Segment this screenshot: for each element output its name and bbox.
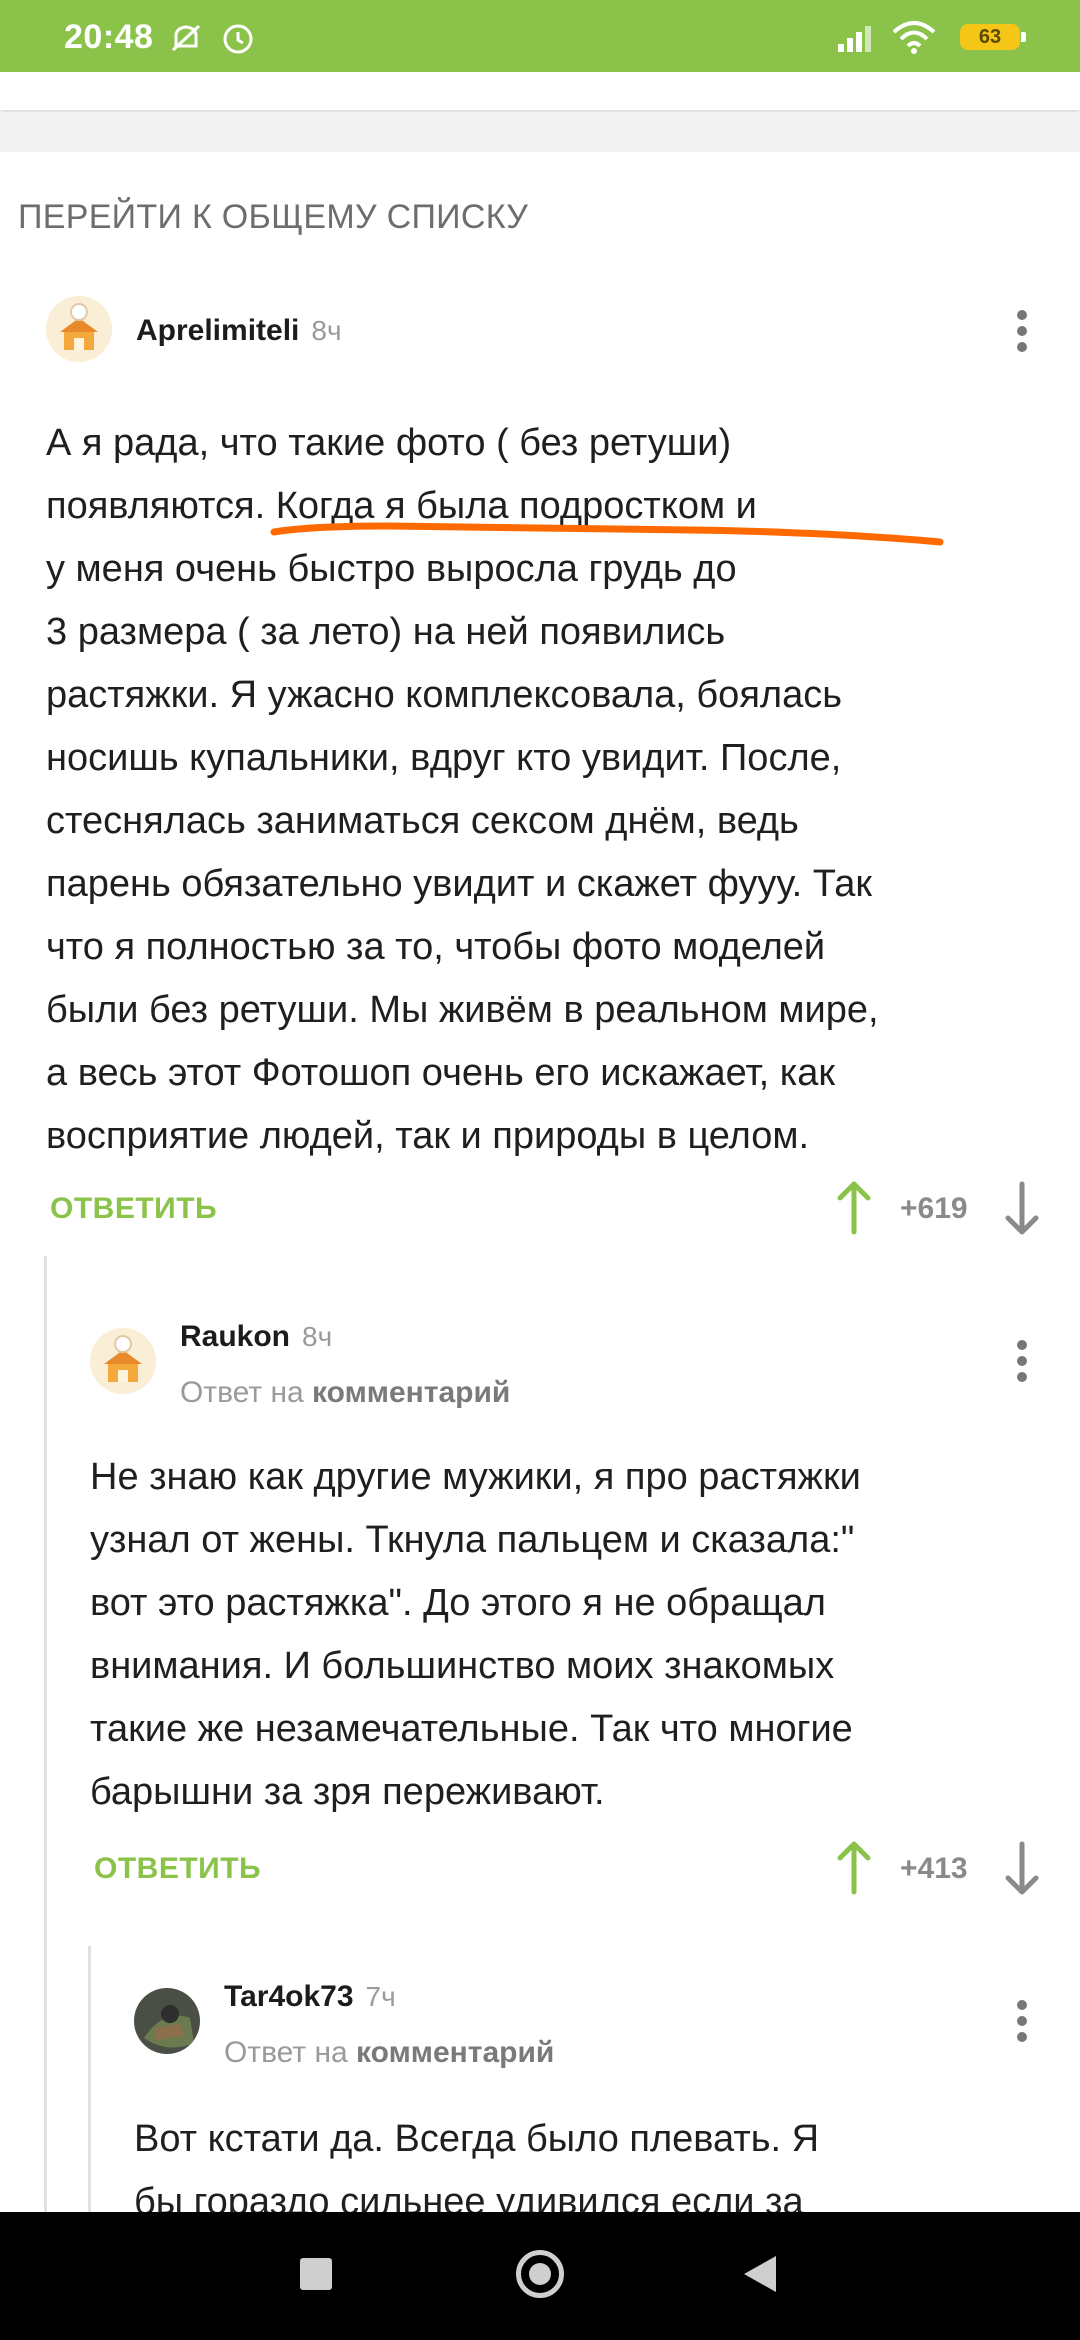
wifi-icon — [892, 20, 936, 59]
comment-time: 7ч — [365, 1981, 396, 2012]
comment-line: вот это растяжка". До этого я не обращал — [90, 1582, 826, 1624]
comment-line: 3 размера ( за лето) на ней появились — [46, 611, 726, 653]
reply-to-label: Ответ на комментарий — [224, 2036, 554, 2070]
thread-line — [44, 1256, 47, 2212]
reply-button[interactable]: ОТВЕТИТЬ — [94, 1852, 261, 1886]
comment-line: восприятие людей, так и природы в целом. — [46, 1115, 810, 1157]
downvote-icon[interactable] — [1002, 1840, 1042, 1896]
upvote-icon[interactable] — [834, 1840, 874, 1896]
author-name[interactable]: Tar4ok73 — [224, 1980, 354, 2013]
author-name[interactable]: Aprelimiteli — [136, 314, 299, 347]
home-button[interactable] — [516, 2250, 564, 2298]
comment-line: Не знаю как другие мужики, я про растяжк… — [90, 1456, 861, 1498]
reply-button[interactable]: ОТВЕТИТЬ — [50, 1192, 217, 1226]
avatar[interactable] — [46, 296, 112, 362]
comment-line: Вот кстати да. Всегда было плевать. Я — [134, 2118, 820, 2160]
comment-author[interactable]: Raukon 8ч — [180, 1320, 332, 1354]
comment-line: а весь этот Фотошоп очень его искажает, … — [46, 1052, 835, 1094]
comment-line: носишь купальники, вдруг кто увидит. Пос… — [46, 737, 842, 779]
comment-text: Не знаю как другие мужики, я про растяжк… — [90, 1446, 861, 1824]
comment-line: барышни за зря переживают. — [90, 1771, 605, 1813]
downvote-icon[interactable] — [1002, 1180, 1042, 1236]
more-options-icon[interactable] — [1012, 1996, 1032, 2044]
alarm-icon — [220, 20, 256, 61]
avatar[interactable] — [134, 1988, 200, 2054]
comment-line: стеснялась заниматься сексом днём, ведь — [46, 800, 799, 842]
goto-full-list-link[interactable]: ПЕРЕЙТИ К ОБЩЕМУ СПИСКУ — [18, 198, 528, 237]
more-options-icon[interactable] — [1012, 1336, 1032, 1384]
comment-line: растяжки. Я ужасно комплексовала, боялас… — [46, 674, 842, 716]
reply-to-prefix: Ответ на — [180, 1376, 304, 1409]
comment-line: что я полностью за то, чтобы фото моделе… — [46, 926, 826, 968]
back-button[interactable] — [744, 2256, 776, 2292]
upvote-icon[interactable] — [834, 1180, 874, 1236]
comment-line: парень обязательно увидит и скажет фууу.… — [46, 863, 872, 905]
comment-time: 8ч — [311, 315, 342, 346]
reply-to-label: Ответ на комментарий — [180, 1376, 510, 1410]
comment-time: 8ч — [302, 1321, 333, 1352]
comment-line: внимания. И большинство моих знакомых — [90, 1645, 835, 1687]
orange-underline-annotation — [270, 522, 944, 546]
signal-icon — [836, 20, 880, 59]
thread-line — [88, 1946, 91, 2212]
comment-author[interactable]: Aprelimiteli 8ч — [136, 314, 342, 348]
comment-line: узнал от жены. Ткнула пальцем и сказала:… — [90, 1519, 855, 1561]
comment-line: такие же незамечательные. Так что многие — [90, 1708, 853, 1750]
vote-controls: +619 — [834, 1180, 1054, 1240]
mute-icon — [168, 20, 204, 61]
status-time: 20:48 — [64, 18, 154, 56]
reply-to-link[interactable]: комментарий — [356, 2036, 554, 2069]
recent-apps-button[interactable] — [300, 2258, 332, 2290]
vote-score: +413 — [900, 1852, 968, 1885]
comment-line: А я рада, что такие фото ( без ретуши) — [46, 422, 732, 464]
vote-controls: +413 — [834, 1840, 1054, 1900]
battery-icon: 63 — [960, 24, 1026, 50]
reply-to-prefix: Ответ на — [224, 2036, 348, 2069]
previous-card-edge — [0, 72, 1080, 110]
avatar[interactable] — [90, 1328, 156, 1394]
comment-author[interactable]: Tar4ok73 7ч — [224, 1980, 396, 2014]
author-name[interactable]: Raukon — [180, 1320, 290, 1353]
status-bar: 20:48 63 — [0, 0, 1080, 72]
comment-line: были без ретуши. Мы живём в реальном мир… — [46, 989, 879, 1031]
more-options-icon[interactable] — [1012, 306, 1032, 354]
vote-score: +619 — [900, 1192, 968, 1225]
reply-to-link[interactable]: комментарий — [312, 1376, 510, 1409]
section-gap — [0, 112, 1080, 152]
